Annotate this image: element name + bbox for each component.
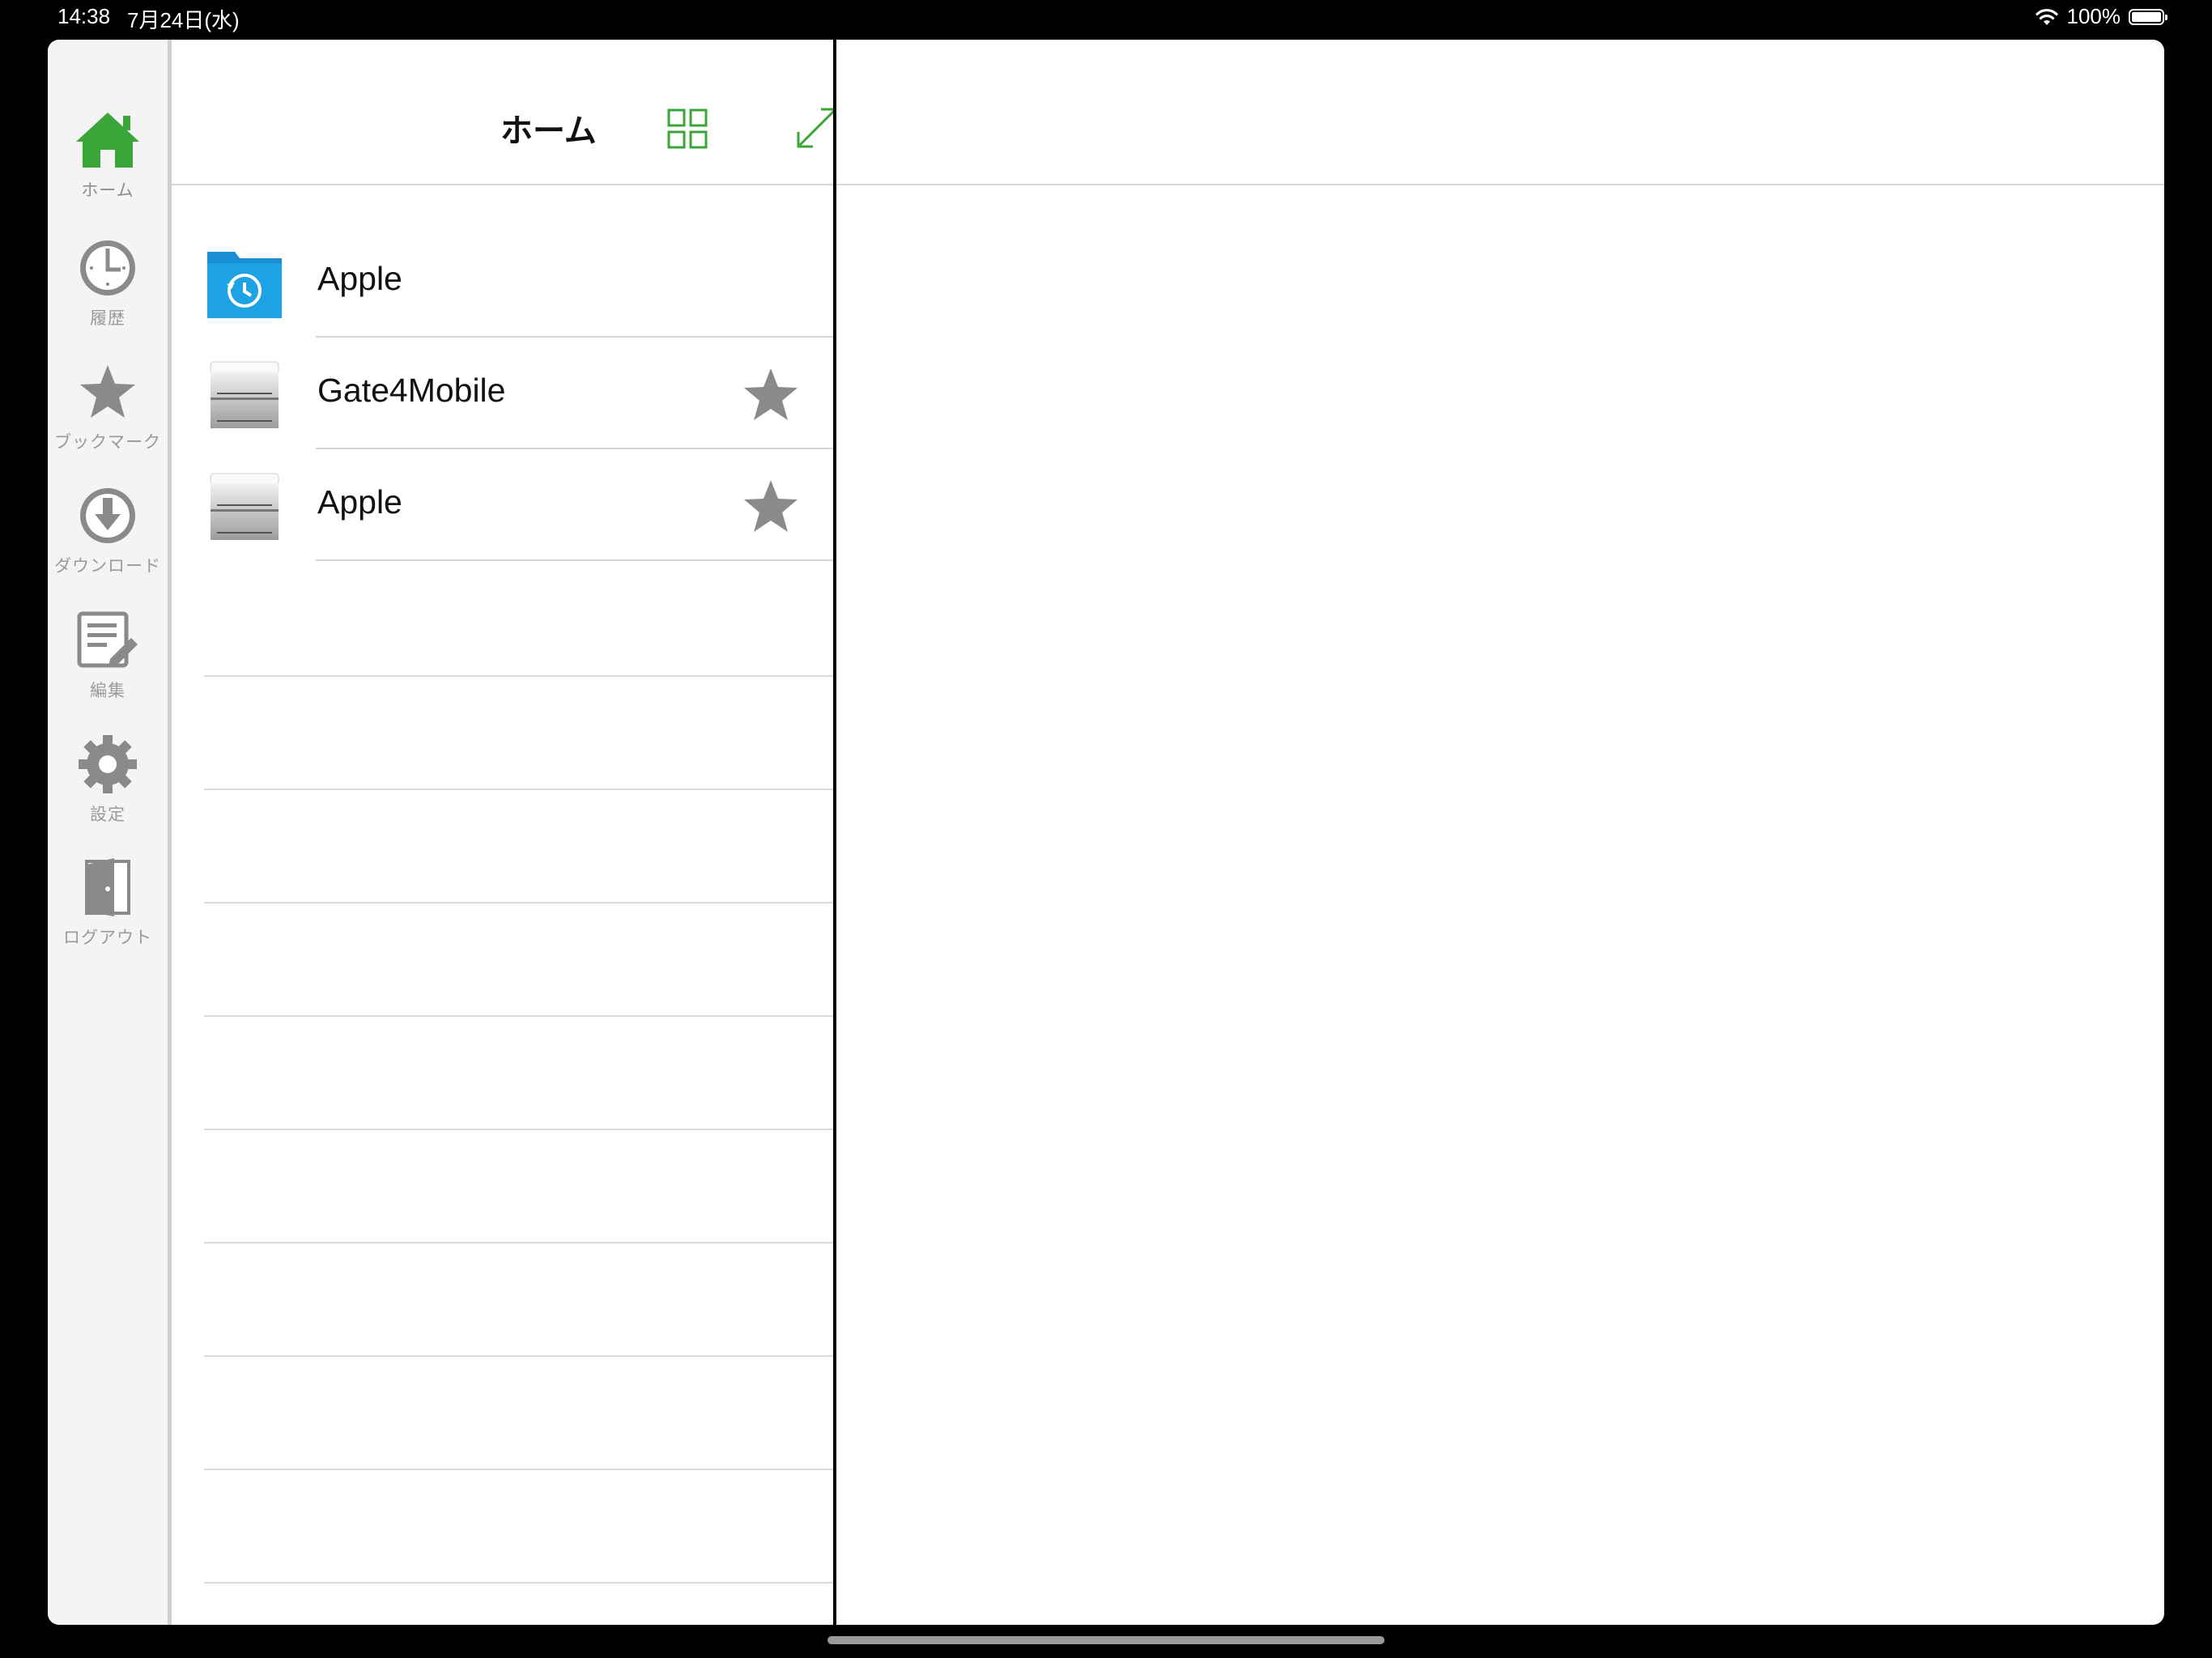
sidebar-item-label: ログアウト bbox=[63, 928, 152, 947]
grid-icon bbox=[667, 108, 708, 149]
sidebar: ホーム 履歴 ブックマーク ダウンロード 編集 設定 ログアウト bbox=[48, 40, 172, 1625]
history-folder-icon bbox=[206, 247, 283, 320]
edit-icon bbox=[74, 606, 142, 674]
grid-view-button[interactable] bbox=[667, 108, 708, 149]
list-item[interactable]: Apple bbox=[172, 449, 833, 561]
server-icon bbox=[206, 470, 283, 543]
sidebar-item-settings[interactable]: 設定 bbox=[48, 730, 168, 844]
divider bbox=[204, 902, 833, 903]
server-icon bbox=[206, 359, 283, 432]
list-item-label: Gate4Mobile bbox=[317, 372, 506, 409]
sidebar-item-label: 履歴 bbox=[90, 308, 125, 328]
clock-icon bbox=[74, 234, 142, 302]
status-bar: 14:38 7月24日(水) 100% bbox=[0, 0, 2212, 36]
list-item[interactable]: Gate4Mobile bbox=[172, 338, 833, 449]
status-date: 7月24日(水) bbox=[127, 8, 240, 32]
detail-pane bbox=[836, 40, 2164, 1625]
status-time: 14:38 bbox=[57, 4, 111, 28]
divider bbox=[204, 1469, 833, 1470]
list-panel: ホーム Apple Gate4Mobile Apple bbox=[172, 40, 833, 1625]
battery-icon bbox=[2129, 8, 2167, 25]
home-icon bbox=[74, 106, 142, 174]
wifi-icon bbox=[2035, 8, 2058, 25]
sidebar-item-history[interactable]: 履歴 bbox=[48, 234, 168, 347]
divider bbox=[204, 1129, 833, 1130]
divider bbox=[204, 1355, 833, 1357]
status-right: 100% bbox=[2035, 4, 2167, 29]
sidebar-item-label: ホーム bbox=[81, 181, 134, 200]
sidebar-item-download[interactable]: ダウンロード bbox=[48, 482, 168, 595]
sidebar-item-home[interactable]: ホーム bbox=[48, 106, 168, 219]
sidebar-item-label: 設定 bbox=[90, 805, 125, 824]
detail-header bbox=[836, 40, 2164, 185]
star-icon bbox=[74, 358, 142, 426]
sidebar-item-label: ダウンロード bbox=[54, 556, 161, 576]
divider bbox=[204, 1015, 833, 1017]
sidebar-item-label: 編集 bbox=[90, 681, 125, 700]
left-pane: ホーム 履歴 ブックマーク ダウンロード 編集 設定 ログアウト ホーム App… bbox=[48, 40, 833, 1625]
expand-arrows-icon bbox=[797, 108, 833, 148]
divider bbox=[204, 789, 833, 790]
download-icon bbox=[74, 482, 142, 550]
divider bbox=[204, 1582, 833, 1584]
list-item[interactable]: Apple bbox=[172, 226, 833, 338]
list-item-label: Apple bbox=[317, 260, 402, 297]
bookmark-star-button[interactable] bbox=[742, 367, 799, 423]
star-icon bbox=[744, 368, 798, 420]
divider bbox=[204, 1242, 833, 1244]
battery-percent: 100% bbox=[2066, 4, 2121, 28]
page-title: ホーム bbox=[500, 113, 597, 150]
home-indicator[interactable] bbox=[827, 1636, 1385, 1644]
sidebar-item-logout[interactable]: ログアウト bbox=[48, 853, 168, 967]
star-icon bbox=[744, 480, 798, 532]
divider bbox=[316, 559, 833, 561]
divider bbox=[204, 675, 833, 677]
gear-icon bbox=[74, 730, 142, 798]
bookmark-star-button[interactable] bbox=[742, 478, 799, 535]
logout-door-icon bbox=[74, 853, 142, 921]
expand-button[interactable] bbox=[795, 106, 833, 150]
sidebar-item-edit[interactable]: 編集 bbox=[48, 606, 168, 720]
sidebar-item-label: ブックマーク bbox=[54, 432, 161, 452]
list-header: ホーム bbox=[172, 40, 833, 185]
sidebar-item-bookmark[interactable]: ブックマーク bbox=[48, 358, 168, 471]
list-item-label: Apple bbox=[317, 483, 402, 521]
